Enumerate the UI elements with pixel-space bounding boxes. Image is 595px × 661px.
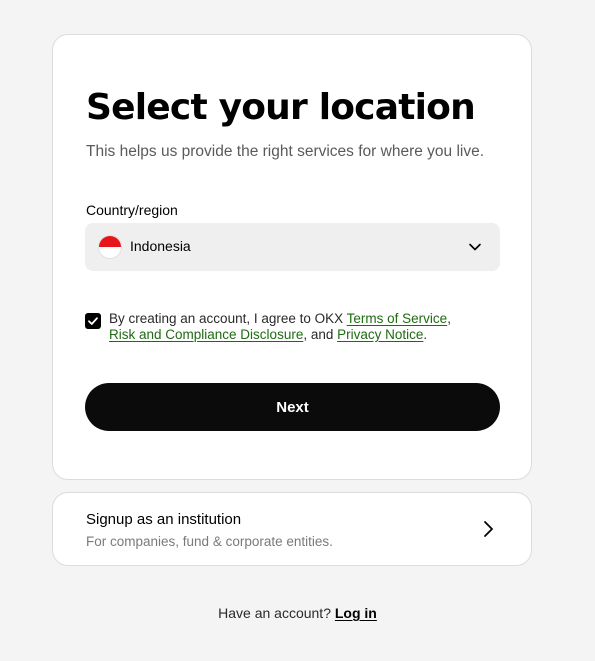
login-prompt: Have an account? Log in bbox=[0, 605, 595, 621]
country-region-value: Indonesia bbox=[130, 238, 191, 254]
risk-disclosure-link[interactable]: Risk and Compliance Disclosure bbox=[109, 327, 303, 342]
checkmark-icon bbox=[88, 317, 98, 325]
login-link[interactable]: Log in bbox=[335, 605, 377, 621]
next-button[interactable]: Next bbox=[85, 383, 500, 431]
terms-of-service-link[interactable]: Terms of Service bbox=[347, 311, 448, 326]
consent-text: By creating an account, I agree to OKX T… bbox=[109, 311, 451, 342]
privacy-notice-link[interactable]: Privacy Notice bbox=[337, 327, 423, 342]
chevron-right-icon bbox=[484, 521, 493, 537]
institution-signup-card[interactable]: Signup as an institution For companies, … bbox=[52, 492, 532, 566]
location-card: Select your location This helps us provi… bbox=[52, 34, 532, 480]
page-subtitle: This helps us provide the right services… bbox=[86, 143, 485, 160]
terms-checkbox[interactable] bbox=[85, 313, 101, 329]
institution-signup-subtitle: For companies, fund & corporate entities… bbox=[86, 534, 333, 549]
country-region-label: Country/region bbox=[86, 202, 178, 218]
chevron-down-icon bbox=[469, 243, 481, 251]
country-region-select[interactable]: Indonesia bbox=[85, 223, 500, 271]
page-title: Select your location bbox=[86, 87, 476, 128]
institution-signup-title: Signup as an institution bbox=[86, 511, 242, 528]
indonesia-flag-icon bbox=[98, 235, 122, 259]
have-account-text: Have an account? bbox=[218, 605, 331, 621]
